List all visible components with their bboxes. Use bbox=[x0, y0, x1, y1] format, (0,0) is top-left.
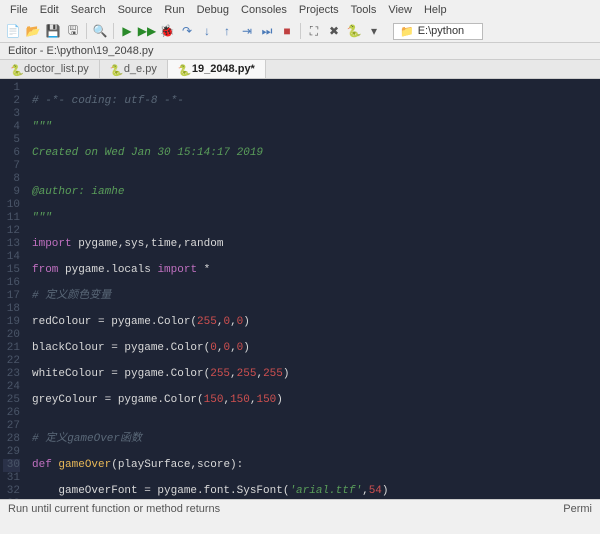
editor-tabs: 🐍 doctor_list.py 🐍 d_e.py 🐍 19_2048.py* bbox=[0, 60, 600, 79]
menu-source[interactable]: Source bbox=[114, 2, 157, 18]
menu-tools[interactable]: Tools bbox=[347, 2, 381, 18]
code-editor[interactable]: 1234567891011121314151617181920212223242… bbox=[0, 79, 600, 499]
menu-file[interactable]: File bbox=[6, 2, 32, 18]
working-dir-text: E:\python bbox=[418, 25, 464, 37]
menu-debug[interactable]: Debug bbox=[193, 2, 233, 18]
save-icon[interactable]: 💾 bbox=[44, 22, 62, 40]
menu-projects[interactable]: Projects bbox=[295, 2, 343, 18]
search-icon[interactable]: 🔍 bbox=[91, 22, 109, 40]
menu-edit[interactable]: Edit bbox=[36, 2, 63, 18]
status-message: Run until current function or method ret… bbox=[8, 503, 220, 515]
toolbar: 📄 📂 💾 🖫 🔍 ▶ ▶▶ 🐞 ↷ ↓ ↑ ⇥ ⏭ ■ ⛶ ✖ 🐍 ▾ 📁 E… bbox=[0, 20, 600, 43]
step-return-icon[interactable]: ↑ bbox=[218, 22, 236, 40]
tab-label: doctor_list.py bbox=[24, 63, 89, 75]
run-icon[interactable]: ▶ bbox=[118, 22, 136, 40]
status-right: Permi bbox=[563, 503, 592, 515]
folder-icon: 📁 bbox=[400, 25, 414, 38]
skip-icon[interactable]: ⏭ bbox=[258, 22, 276, 40]
stop-icon[interactable]: ■ bbox=[278, 22, 296, 40]
save-all-icon[interactable]: 🖫 bbox=[64, 22, 82, 40]
python-file-icon: 🐍 bbox=[110, 64, 120, 74]
debug-icon[interactable]: 🐞 bbox=[158, 22, 176, 40]
separator bbox=[300, 23, 301, 39]
menu-help[interactable]: Help bbox=[420, 2, 451, 18]
tab-doctor-list[interactable]: 🐍 doctor_list.py bbox=[0, 60, 100, 78]
tab-19-2048[interactable]: 🐍 19_2048.py* bbox=[168, 60, 266, 78]
chevron-down-icon[interactable]: ▾ bbox=[365, 22, 383, 40]
tab-label: d_e.py bbox=[124, 63, 157, 75]
tab-d-e[interactable]: 🐍 d_e.py bbox=[100, 60, 168, 78]
tab-label: 19_2048.py* bbox=[192, 63, 255, 75]
status-bar: Run until current function or method ret… bbox=[0, 499, 600, 518]
settings-icon[interactable]: ✖ bbox=[325, 22, 343, 40]
maximize-icon[interactable]: ⛶ bbox=[305, 22, 323, 40]
menu-consoles[interactable]: Consoles bbox=[237, 2, 291, 18]
python-icon[interactable]: 🐍 bbox=[345, 22, 363, 40]
menu-view[interactable]: View bbox=[384, 2, 416, 18]
working-dir-input[interactable]: 📁 E:\python bbox=[393, 23, 483, 40]
menu-search[interactable]: Search bbox=[67, 2, 110, 18]
python-file-icon: 🐍 bbox=[178, 64, 188, 74]
editor-path-label: Editor - E:\python\19_2048.py bbox=[0, 43, 600, 60]
menu-run[interactable]: Run bbox=[160, 2, 188, 18]
open-icon[interactable]: 📂 bbox=[24, 22, 42, 40]
line-gutter: 1234567891011121314151617181920212223242… bbox=[0, 79, 26, 499]
separator bbox=[86, 23, 87, 39]
step-over-icon[interactable]: ↷ bbox=[178, 22, 196, 40]
separator bbox=[113, 23, 114, 39]
step-into-icon[interactable]: ↓ bbox=[198, 22, 216, 40]
menu-bar: File Edit Search Source Run Debug Consol… bbox=[0, 0, 600, 20]
new-file-icon[interactable]: 📄 bbox=[4, 22, 22, 40]
python-file-icon: 🐍 bbox=[10, 64, 20, 74]
run-cell-icon[interactable]: ▶▶ bbox=[138, 22, 156, 40]
code-content[interactable]: # -*- coding: utf-8 -*- """ Created on W… bbox=[26, 79, 600, 499]
continue-icon[interactable]: ⇥ bbox=[238, 22, 256, 40]
